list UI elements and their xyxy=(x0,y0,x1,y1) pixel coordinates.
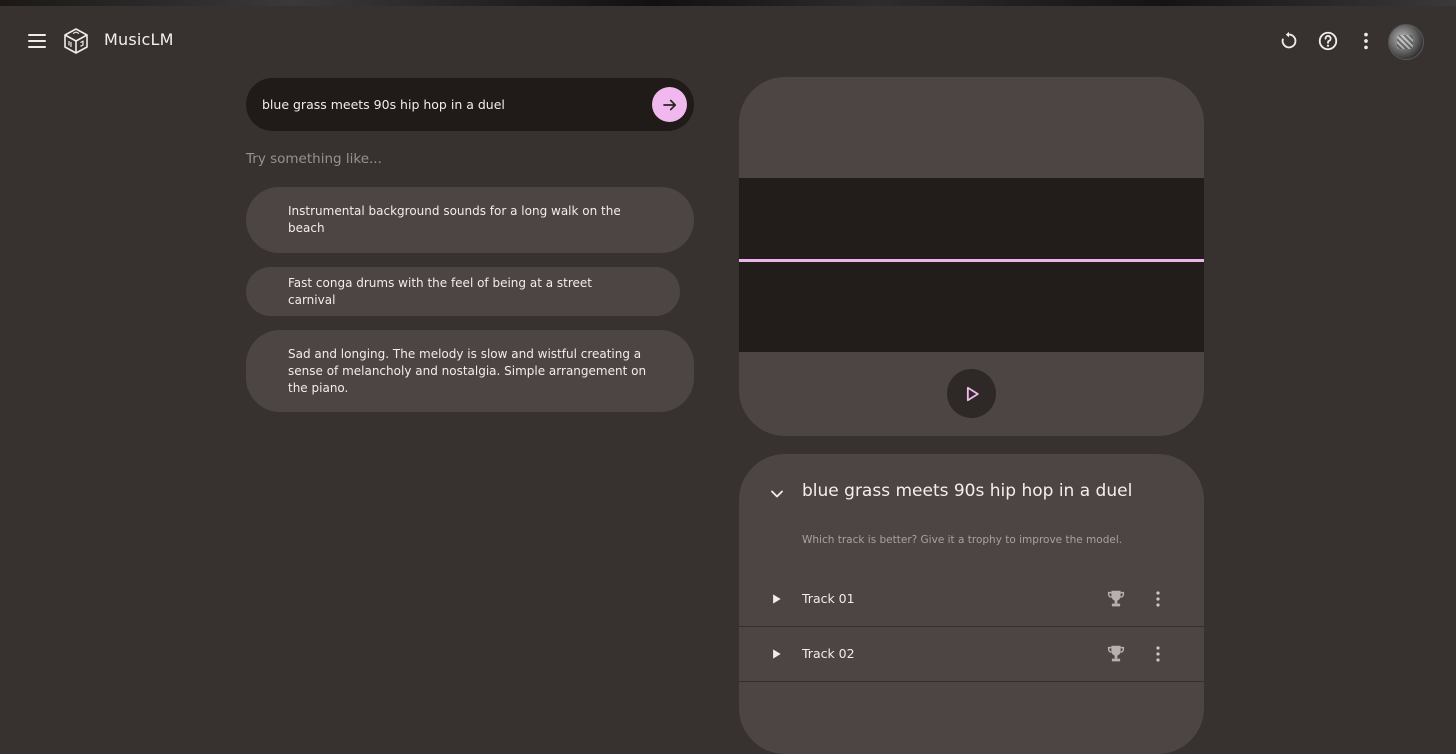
app-title: MusicLM xyxy=(104,30,174,49)
trophy-icon[interactable] xyxy=(1105,643,1127,665)
more-vert-icon[interactable] xyxy=(1355,30,1377,52)
menu-icon[interactable] xyxy=(28,34,46,48)
track-row[interactable]: Track 02 xyxy=(739,627,1204,682)
suggestion-chip[interactable]: Instrumental background sounds for a lon… xyxy=(246,187,694,253)
waveform-display[interactable] xyxy=(739,178,1204,352)
musiclm-logo-icon xyxy=(64,28,88,54)
play-outline-icon xyxy=(966,386,979,401)
avatar[interactable] xyxy=(1388,24,1424,60)
prompt-bar xyxy=(246,78,694,131)
submit-button[interactable] xyxy=(652,87,687,122)
suggestions-label: Try something like... xyxy=(246,151,382,167)
waveform-line xyxy=(739,259,1204,262)
trophy-icon[interactable] xyxy=(1105,588,1127,610)
refresh-icon[interactable] xyxy=(1278,30,1300,52)
more-vert-icon[interactable] xyxy=(1150,590,1166,608)
chevron-down-icon[interactable] xyxy=(767,484,787,504)
track-name: Track 02 xyxy=(802,646,855,661)
suggestion-chip[interactable]: Fast conga drums with the feel of being … xyxy=(246,267,680,316)
audio-player-card xyxy=(739,77,1204,436)
arrow-right-icon xyxy=(662,99,676,110)
play-icon[interactable] xyxy=(769,592,783,606)
play-icon[interactable] xyxy=(769,647,783,661)
help-icon[interactable] xyxy=(1317,30,1339,52)
more-vert-icon[interactable] xyxy=(1150,645,1166,663)
play-button[interactable] xyxy=(947,369,996,418)
prompt-input[interactable] xyxy=(262,94,642,114)
suggestion-chip[interactable]: Sad and longing. The melody is slow and … xyxy=(246,330,694,412)
result-title: blue grass meets 90s hip hop in a duel xyxy=(802,481,1133,501)
track-row[interactable]: Track 01 xyxy=(739,572,1204,627)
result-subtitle: Which track is better? Give it a trophy … xyxy=(802,534,1123,546)
track-name: Track 01 xyxy=(802,591,855,606)
app-header: MusicLM xyxy=(0,0,1456,80)
results-card: blue grass meets 90s hip hop in a duel W… xyxy=(739,454,1204,754)
